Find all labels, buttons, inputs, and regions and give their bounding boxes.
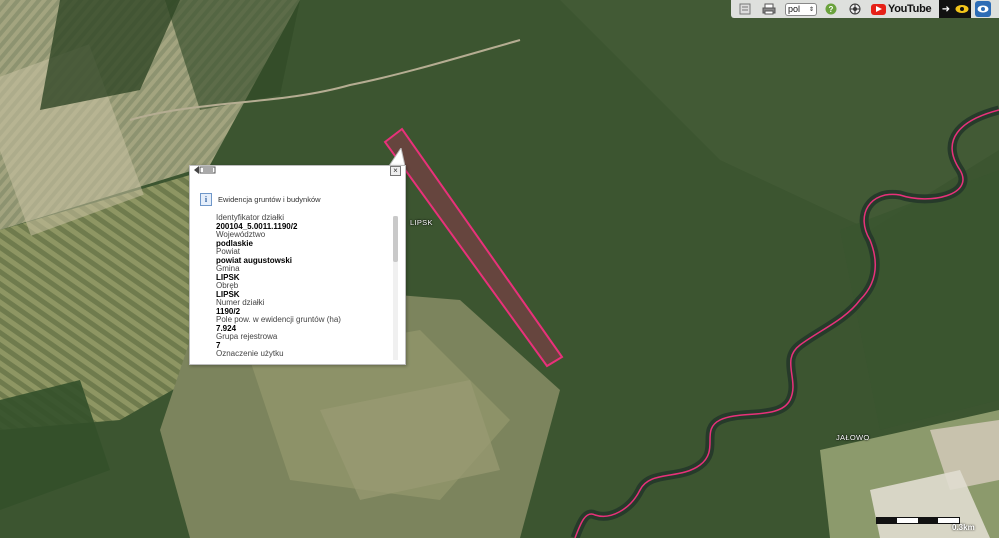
field-value: LIPSK — [216, 272, 240, 282]
help-icon[interactable]: ? — [821, 1, 841, 17]
info-icon: i — [200, 193, 212, 206]
toggle-view-button[interactable]: ➜ — [939, 0, 972, 18]
place-label-jalowo: JAŁOWO — [836, 433, 870, 442]
arrow-icon: ➜ — [941, 3, 951, 15]
field-parcel-number: Numer działki 1190/2 — [216, 298, 392, 316]
youtube-label: YouTube — [888, 3, 932, 15]
language-select[interactable]: pol ⇕ — [785, 2, 817, 16]
ball-icon[interactable] — [845, 1, 865, 17]
field-label: Oznaczenie użytku — [216, 349, 284, 358]
document-icon[interactable] — [735, 1, 755, 17]
popup-menu-icon[interactable] — [194, 166, 216, 174]
map-toolbar: pol ⇕ ? YouTube ➜ — [731, 0, 999, 18]
eye-icon — [977, 5, 989, 13]
popup-scrollbar[interactable] — [393, 216, 398, 360]
field-area: Pole pow. w ewidencji gruntów (ha) 7.924 — [216, 315, 392, 333]
popup-body: Identyfikator działki 200104_5.0011.1190/… — [216, 214, 392, 360]
spinner-icon: ⇕ — [808, 6, 814, 13]
field-label: Gmina — [216, 264, 240, 273]
close-icon[interactable]: × — [390, 166, 401, 176]
language-value: pol — [788, 4, 801, 14]
popup-header: × — [190, 166, 405, 178]
youtube-icon — [871, 3, 886, 15]
field-land-use: Oznaczenie użytku — [216, 349, 392, 359]
visibility-button[interactable] — [975, 1, 992, 17]
field-register-group: Grupa rejestrowa 7 — [216, 332, 392, 350]
feature-info-popup: × i Ewidencja gruntów i budynków Identyf… — [189, 165, 406, 365]
scale-bar — [876, 517, 960, 524]
svg-text:?: ? — [829, 5, 834, 14]
place-label-lipsk: LIPSK — [410, 218, 433, 227]
satellite-map[interactable] — [0, 0, 999, 538]
eye-icon — [955, 5, 969, 13]
field-precinct: Obręb LIPSK — [216, 281, 392, 299]
print-icon[interactable] — [759, 1, 779, 17]
field-label: Pole pow. w ewidencji gruntów (ha) — [216, 315, 341, 324]
field-value: powiat augustowski — [216, 255, 293, 265]
popup-title-row: i Ewidencja gruntów i budynków — [200, 193, 405, 206]
field-value: podlaskie — [216, 238, 253, 248]
field-label: Obręb — [216, 281, 239, 290]
field-commune: Gmina LIPSK — [216, 264, 392, 282]
field-label: Numer działki — [216, 298, 265, 307]
field-voivodeship: Województwo podlaskie — [216, 230, 392, 248]
field-identifier: Identyfikator działki 200104_5.0011.1190/… — [216, 214, 392, 231]
popup-pointer — [389, 148, 405, 166]
popup-title: Ewidencja gruntów i budynków — [218, 195, 321, 204]
field-county: Powiat powiat augustowski — [216, 247, 392, 265]
field-label: Grupa rejestrowa — [216, 332, 278, 341]
scrollbar-thumb[interactable] — [393, 216, 398, 262]
scale-label: 0.3km — [952, 523, 975, 532]
youtube-link[interactable]: YouTube — [871, 3, 932, 15]
